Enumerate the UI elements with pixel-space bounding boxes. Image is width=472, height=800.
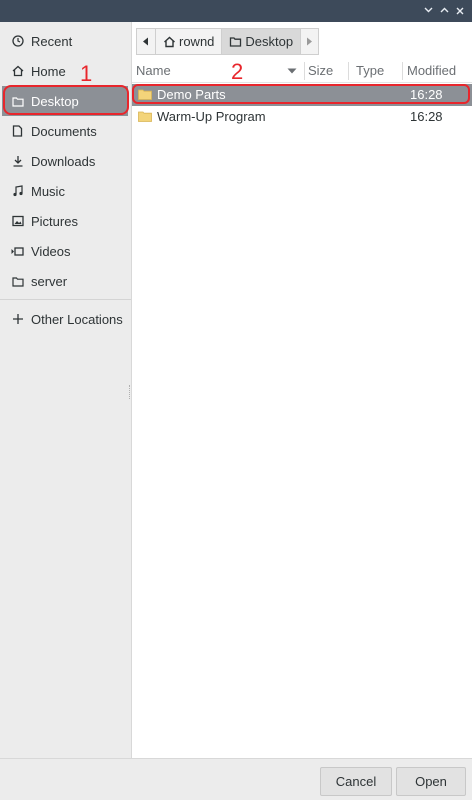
sidebar-item-home[interactable]: Home — [2, 56, 128, 86]
sidebar-item-label: Videos — [31, 243, 71, 259]
music-icon — [11, 185, 24, 198]
path-crumb-desktop[interactable]: Desktop — [221, 28, 302, 55]
sidebar-item-label: server — [31, 273, 68, 289]
home-icon — [11, 65, 24, 78]
file-name: Warm-Up Program — [157, 109, 266, 124]
file-row-warm-up-program[interactable]: Warm-Up Program 16:28 — [132, 106, 472, 128]
clock-icon — [11, 35, 24, 48]
annotation-highlight-demo-parts — [132, 84, 470, 104]
path-crumb-label: Desktop — [245, 34, 294, 49]
sidebar-item-label: Other Locations — [31, 311, 123, 327]
sidebar-item-pictures[interactable]: Pictures — [2, 206, 128, 236]
sidebar-separator — [0, 299, 131, 300]
sidebar-item-downloads[interactable]: Downloads — [2, 146, 128, 176]
path-back-button[interactable] — [136, 28, 156, 55]
sidebar-item-music[interactable]: Music — [2, 176, 128, 206]
folder-icon — [138, 111, 152, 122]
picture-icon — [11, 215, 24, 228]
sidebar-item-label: Downloads — [31, 153, 96, 169]
column-header-name[interactable]: Name — [136, 60, 171, 82]
annotation-number: 2 — [231, 59, 244, 84]
sort-descending-icon — [287, 68, 297, 74]
sidebar-item-label: Home — [31, 63, 66, 79]
file-list: Name Size Type Modified Demo Parts 16:28… — [132, 60, 472, 758]
places-sidebar: Recent Home Desktop Documents Downloads … — [0, 22, 132, 758]
chevron-left-icon — [143, 37, 148, 46]
column-divider — [348, 62, 349, 80]
sidebar-item-label: Documents — [31, 123, 97, 139]
minimize-icon[interactable] — [420, 0, 436, 22]
annotation-highlight-desktop — [3, 85, 129, 115]
column-header-type[interactable]: Type — [356, 60, 384, 82]
path-crumb-home[interactable]: rownd — [155, 28, 223, 55]
sidebar-item-label: Music — [31, 183, 65, 199]
column-header-size[interactable]: Size — [308, 60, 333, 82]
chevron-right-icon — [307, 37, 313, 46]
close-icon[interactable] — [452, 0, 468, 22]
plus-icon — [11, 313, 24, 326]
path-crumb-label: rownd — [179, 34, 215, 49]
dialog-footer: Cancel Open — [0, 758, 472, 800]
maximize-icon[interactable] — [436, 0, 452, 22]
download-icon — [11, 155, 24, 168]
home-icon — [163, 36, 176, 48]
file-modified: 16:28 — [410, 109, 443, 124]
path-forward-button[interactable] — [300, 28, 320, 55]
folder-icon — [229, 36, 242, 47]
annotation-number: 1 — [80, 61, 93, 86]
path-bar: rownd Desktop — [136, 28, 320, 55]
video-icon — [11, 245, 24, 258]
sidebar-item-videos[interactable]: Videos — [2, 236, 128, 266]
sidebar-item-documents[interactable]: Documents — [2, 116, 128, 146]
column-divider — [304, 62, 305, 80]
cancel-button[interactable]: Cancel — [320, 767, 392, 796]
header-divider — [132, 82, 472, 83]
column-divider — [402, 62, 403, 80]
sidebar-item-other-locations[interactable]: Other Locations — [2, 304, 128, 334]
sidebar-item-server[interactable]: server — [2, 266, 128, 296]
sidebar-item-label: Recent — [31, 33, 73, 49]
column-header-modified[interactable]: Modified — [407, 60, 456, 82]
window-titlebar — [0, 0, 472, 22]
folder-icon — [11, 275, 24, 288]
open-button[interactable]: Open — [396, 767, 466, 796]
sidebar-item-recent[interactable]: Recent — [2, 26, 128, 56]
sidebar-item-label: Pictures — [31, 213, 78, 229]
pane-resize-handle[interactable] — [129, 385, 131, 399]
document-icon — [11, 125, 24, 138]
